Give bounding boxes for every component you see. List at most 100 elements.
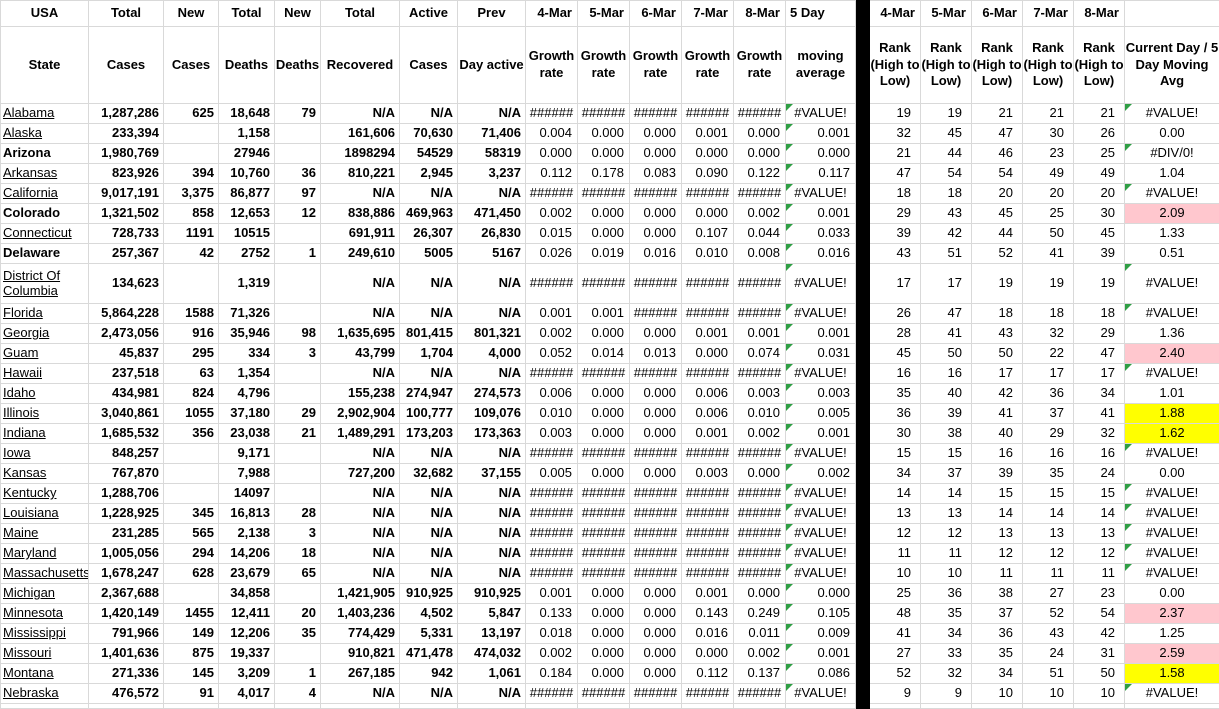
moving-average-cell: 0.003 [785,383,856,404]
total-recovered-cell: 810,221 [320,163,400,184]
rank-cell: 43 [869,243,921,264]
new-deaths-cell [274,303,321,324]
rank-cell: 32 [1073,423,1125,444]
column-header-top: 6-Mar [971,0,1023,27]
growth-rate-cell: ###### [525,483,578,504]
rank-cell: 11 [1022,563,1074,584]
total-deaths-cell: 4,796 [218,383,275,404]
rank-cell: 32 [1022,323,1074,344]
growth-rate-cell: ###### [577,503,630,524]
rank-cell: 18 [1073,303,1125,324]
state-link-cell[interactable]: Alaska [0,123,89,144]
column-header: Deaths [274,26,321,104]
error-indicator-icon [786,344,793,351]
separator-column [855,343,870,364]
state-link-cell[interactable]: Louisiana [0,503,89,524]
growth-rate-cell: ###### [733,563,786,584]
separator-column [855,183,870,204]
state-link-cell[interactable]: Alabama [0,103,89,124]
total-cases-cell: 476,572 [88,683,164,704]
state-link-cell[interactable]: Guam [0,343,89,364]
state-link-cell[interactable]: Mississippi [0,623,89,644]
empty-cell [1073,703,1125,709]
state-link-cell[interactable]: Montana [0,663,89,684]
table-row: Maine 231,285 565 2,138 3 N/A N/A N/A ###### ####… [0,523,1219,544]
growth-rate-cell: 0.000 [629,603,682,624]
new-deaths-cell: 4 [274,683,321,704]
column-header: Rank (High to Low) [869,26,921,104]
new-cases-cell: 1588 [163,303,219,324]
state-link-cell[interactable]: Nebraska [0,683,89,704]
growth-rate-cell: 0.001 [733,323,786,344]
prev-day-active-cell: N/A [457,543,526,564]
state-link-cell[interactable]: Illinois [0,403,89,424]
growth-rate-cell: ###### [681,483,734,504]
state-link-cell[interactable]: Massachusetts [0,563,89,584]
growth-rate-cell: ###### [733,303,786,324]
rank-cell: 28 [869,323,921,344]
error-indicator-icon [786,204,793,211]
new-deaths-cell: 79 [274,103,321,124]
active-cases-cell: 1,704 [399,343,458,364]
error-indicator-icon [786,464,793,471]
state-link-cell[interactable]: Hawaii [0,363,89,384]
growth-rate-cell: ###### [577,483,630,504]
error-indicator-icon [1125,184,1132,191]
state-link-cell[interactable]: Kentucky [0,483,89,504]
growth-rate-cell: 0.002 [525,643,578,664]
empty-cell [629,703,682,709]
active-cases-cell: 5005 [399,243,458,264]
rank-cell: 15 [1073,483,1125,504]
current-vs-avg-cell: 1.36 [1124,323,1219,344]
rank-cell: 23 [1073,583,1125,604]
state-link-cell[interactable]: Arkansas [0,163,89,184]
state-link-cell[interactable]: Florida [0,303,89,324]
total-recovered-cell: 774,429 [320,623,400,644]
new-deaths-cell: 1 [274,663,321,684]
total-deaths-cell: 12,653 [218,203,275,224]
state-link-cell[interactable]: District Of Columbia [0,263,89,304]
table-body: Alabama 1,287,286 625 18,648 79 N/A N/A N/A ####… [0,103,1219,709]
prev-day-active-cell: N/A [457,303,526,324]
active-cases-cell: N/A [399,563,458,584]
state-link-cell[interactable]: Missouri [0,643,89,664]
rank-cell: 11 [869,543,921,564]
table-row: Kentucky 1,288,706 14097 N/A N/A N/A ###### ###… [0,483,1219,504]
rank-cell: 26 [1073,123,1125,144]
rank-cell: 20 [971,183,1023,204]
total-deaths-cell: 27946 [218,143,275,164]
state-link-cell[interactable]: California [0,183,89,204]
moving-average-cell: 0.001 [785,123,856,144]
rank-cell: 41 [920,323,972,344]
state-link-cell[interactable]: Maine [0,523,89,544]
rank-cell: 37 [920,463,972,484]
table-row: Arkansas 823,926 394 10,760 36 810,221 2,945 3,… [0,163,1219,184]
growth-rate-cell: 0.000 [629,663,682,684]
rank-cell: 52 [971,243,1023,264]
moving-average-cell: #VALUE! [785,363,856,384]
total-cases-cell: 1,288,706 [88,483,164,504]
state-link-cell[interactable]: Indiana [0,423,89,444]
rank-cell: 29 [869,203,921,224]
new-cases-cell: 858 [163,203,219,224]
moving-average-cell: #VALUE! [785,263,856,304]
state-link-cell[interactable]: Kansas [0,463,89,484]
state-link-cell[interactable]: Connecticut [0,223,89,244]
rank-cell: 14 [1022,503,1074,524]
state-link-cell[interactable]: Georgia [0,323,89,344]
moving-average-cell: 0.000 [785,143,856,164]
separator-column [855,423,870,444]
total-cases-cell: 434,981 [88,383,164,404]
state-link-cell[interactable]: Maryland [0,543,89,564]
current-vs-avg-cell: #DIV/0! [1124,143,1219,164]
active-cases-cell: 910,925 [399,583,458,604]
empty-cell [733,703,786,709]
rank-cell: 12 [920,523,972,544]
table-row: Kansas 767,870 7,988 727,200 32,682 37,155 0.0… [0,463,1219,484]
state-link-cell[interactable]: Iowa [0,443,89,464]
state-link-cell[interactable]: Idaho [0,383,89,404]
separator-column [855,303,870,324]
state-link-cell[interactable]: Michigan [0,583,89,604]
rank-cell: 11 [920,543,972,564]
state-link-cell[interactable]: Minnesota [0,603,89,624]
